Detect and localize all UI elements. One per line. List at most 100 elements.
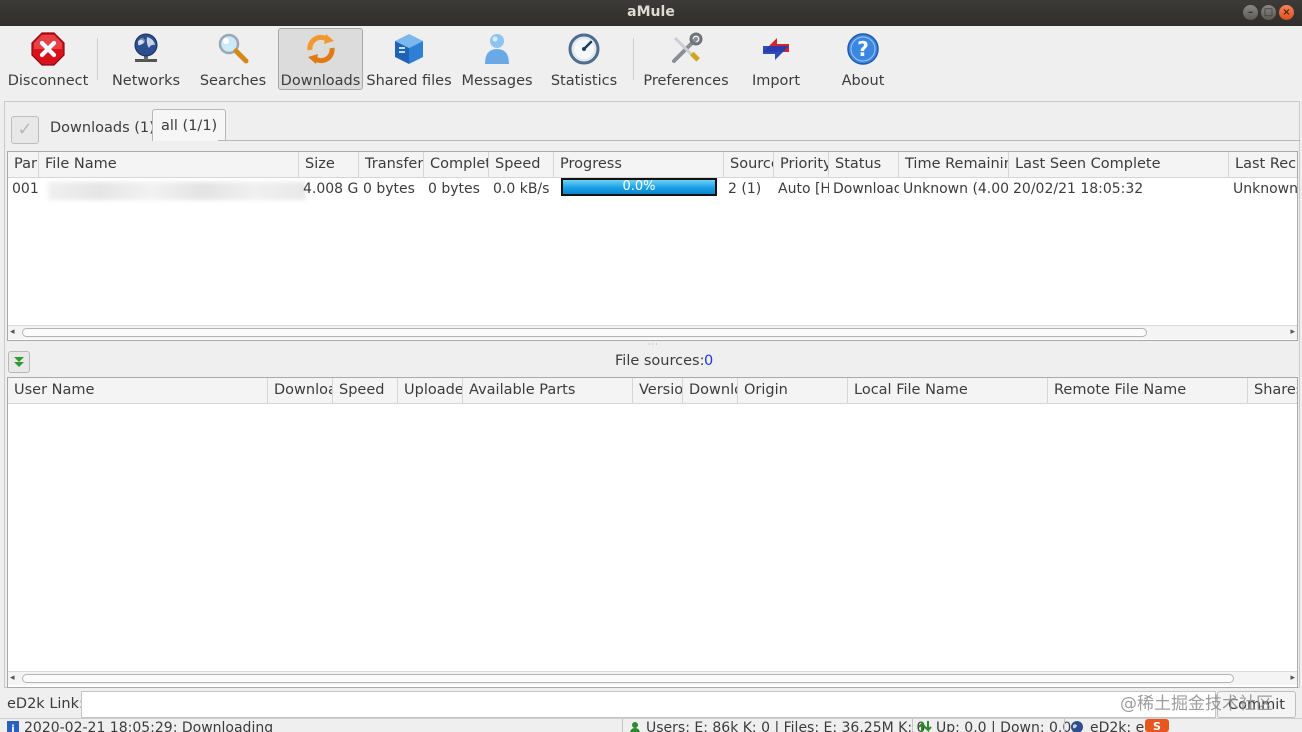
column-header-user-name[interactable]: User Name: [8, 378, 268, 403]
main-toolbar: Disconnect Networks Searches Downloads S…: [0, 26, 1302, 94]
tools-preferences-icon: [669, 32, 703, 66]
downloads-horizontal-scrollbar[interactable]: ◂ ▸: [8, 325, 1297, 339]
splitter-grip[interactable]: ···: [648, 340, 659, 349]
column-header-uploaded[interactable]: Uploaded: [398, 378, 463, 403]
minimize-icon[interactable]: –: [1243, 5, 1258, 20]
about-button[interactable]: ? About: [832, 28, 894, 90]
column-header-progress[interactable]: Progress: [554, 152, 724, 177]
refresh-arrows-downloads-icon: [304, 32, 338, 66]
download-progress-bar: 0.0%: [561, 178, 717, 196]
toggle-sources-button[interactable]: [8, 351, 30, 373]
ed2k-link-label: eD2k Link:: [7, 696, 84, 712]
messages-button[interactable]: Messages: [460, 28, 534, 90]
maximize-icon[interactable]: □: [1261, 5, 1276, 20]
double-chevron-down-icon: [14, 357, 24, 367]
scroll-left-icon[interactable]: ◂: [10, 326, 15, 339]
cell-status: Downloading: [833, 181, 899, 197]
svg-text:S: S: [1153, 720, 1161, 732]
toolbar-separator: [97, 38, 98, 80]
sources-list[interactable]: User Name Downloaded Speed Uploaded Avai…: [7, 377, 1298, 688]
column-header-time-remaining[interactable]: Time Remaining: [899, 152, 1009, 177]
cell-sources: 2 (1): [728, 181, 762, 197]
scrollbar-thumb[interactable]: [22, 328, 1147, 337]
status-separator: [622, 719, 623, 732]
column-header-speed[interactable]: Speed: [489, 152, 554, 177]
sources-list-header: User Name Downloaded Speed Uploaded Avai…: [8, 378, 1297, 404]
preferences-button[interactable]: Preferences: [642, 28, 730, 90]
downloads-count-label: Downloads (1): [50, 120, 155, 136]
column-header-file-name[interactable]: File Name: [39, 152, 299, 177]
status-users-files: Users: E: 86k K: 0 | Files: E: 36.25M K:…: [646, 720, 926, 732]
ed2k-link-input[interactable]: [81, 691, 1216, 718]
column-header-downloaded[interactable]: Downloaded: [268, 378, 333, 403]
column-header-transferred[interactable]: Transferred: [359, 152, 424, 177]
column-header-size[interactable]: Size: [299, 152, 359, 177]
column-header-last-received[interactable]: Last Received: [1229, 152, 1297, 177]
sources-horizontal-scrollbar[interactable]: ◂ ▸: [8, 671, 1297, 685]
scroll-right-icon[interactable]: ▸: [1290, 326, 1295, 339]
title-bar: aMule – □ ×: [0, 0, 1302, 26]
tab-all[interactable]: all (1/1): [152, 109, 227, 141]
statistics-button[interactable]: Statistics: [547, 28, 621, 90]
status-separator: [1064, 719, 1065, 732]
cell-time-remaining: Unknown (4.008 GB): [903, 181, 1009, 197]
cell-last-seen-complete: 20/02/21 18:05:32: [1013, 181, 1144, 197]
file-sources-count: 0: [704, 353, 714, 369]
svg-text:?: ?: [857, 37, 869, 61]
info-icon: i: [6, 720, 20, 732]
cell-file-name-redacted: [48, 182, 306, 200]
import-button[interactable]: Import: [744, 28, 808, 90]
column-header-version[interactable]: Version: [633, 378, 683, 403]
cell-last-received: Unknown: [1233, 181, 1298, 197]
column-header-available-parts[interactable]: Available Parts: [463, 378, 633, 403]
watermark: @稀土掘金技术社区: [1120, 694, 1273, 714]
scrollbar-thumb[interactable]: [22, 674, 1234, 683]
close-icon[interactable]: ×: [1279, 5, 1294, 20]
import-arrows-icon: [759, 32, 793, 66]
column-header-shares[interactable]: Shares: [1248, 378, 1297, 403]
file-sources-label: File sources:: [615, 353, 705, 369]
gauge-statistics-icon: [567, 32, 601, 66]
users-icon: [628, 720, 642, 732]
shared-files-box-icon: [392, 32, 426, 66]
disconnect-icon: [31, 32, 65, 66]
status-bar: i 2020-02-21 18:05:29: Downloading Users…: [0, 718, 1302, 732]
column-header-local-file-name[interactable]: Local File Name: [848, 378, 1048, 403]
scroll-left-icon[interactable]: ◂: [10, 672, 15, 685]
column-header-origin[interactable]: Origin: [738, 378, 848, 403]
status-network: eD2k: e: [1090, 720, 1145, 732]
column-header-part[interactable]: Par: [8, 152, 39, 177]
status-transfer-rates: Up: 0.0 | Down: 0.0: [936, 720, 1072, 732]
toolbar-separator: [633, 38, 634, 80]
column-header-remote-file-name[interactable]: Remote File Name: [1048, 378, 1248, 403]
scroll-right-icon[interactable]: ▸: [1290, 672, 1295, 685]
network-globe-icon: [1070, 720, 1084, 732]
column-header-sources[interactable]: Sources: [724, 152, 774, 177]
column-header-speed[interactable]: Speed: [333, 378, 398, 403]
window-controls: – □ ×: [1243, 5, 1294, 20]
cell-size: 4.008 GB: [303, 181, 359, 197]
user-messages-icon: [480, 32, 514, 66]
downloads-button[interactable]: Downloads: [278, 28, 363, 90]
clear-completed-check-icon[interactable]: ✓: [11, 116, 39, 144]
status-separator: [912, 719, 913, 732]
input-method-tray-icon[interactable]: S: [1145, 719, 1169, 732]
status-log-message: 2020-02-21 18:05:29: Downloading: [24, 720, 274, 732]
cell-transferred: 0 bytes: [363, 181, 415, 197]
transfer-arrows-icon: [918, 720, 932, 732]
shared-files-button[interactable]: Shared files: [366, 28, 452, 90]
cell-part: 001: [12, 181, 39, 197]
column-header-priority[interactable]: Priority: [774, 152, 829, 177]
disconnect-button[interactable]: Disconnect: [6, 28, 90, 90]
tab-divider: [218, 140, 1300, 141]
column-header-status[interactable]: Status: [829, 152, 899, 177]
column-header-download[interactable]: Download: [683, 378, 738, 403]
column-header-last-seen-complete[interactable]: Last Seen Complete: [1009, 152, 1229, 177]
progress-label: 0.0%: [622, 179, 656, 194]
column-header-completed[interactable]: Completed: [424, 152, 489, 177]
networks-button[interactable]: Networks: [106, 28, 186, 90]
magnifier-search-icon: [216, 32, 250, 66]
searches-button[interactable]: Searches: [196, 28, 270, 90]
help-question-icon: ?: [846, 32, 880, 66]
window-title: aMule: [627, 4, 675, 20]
